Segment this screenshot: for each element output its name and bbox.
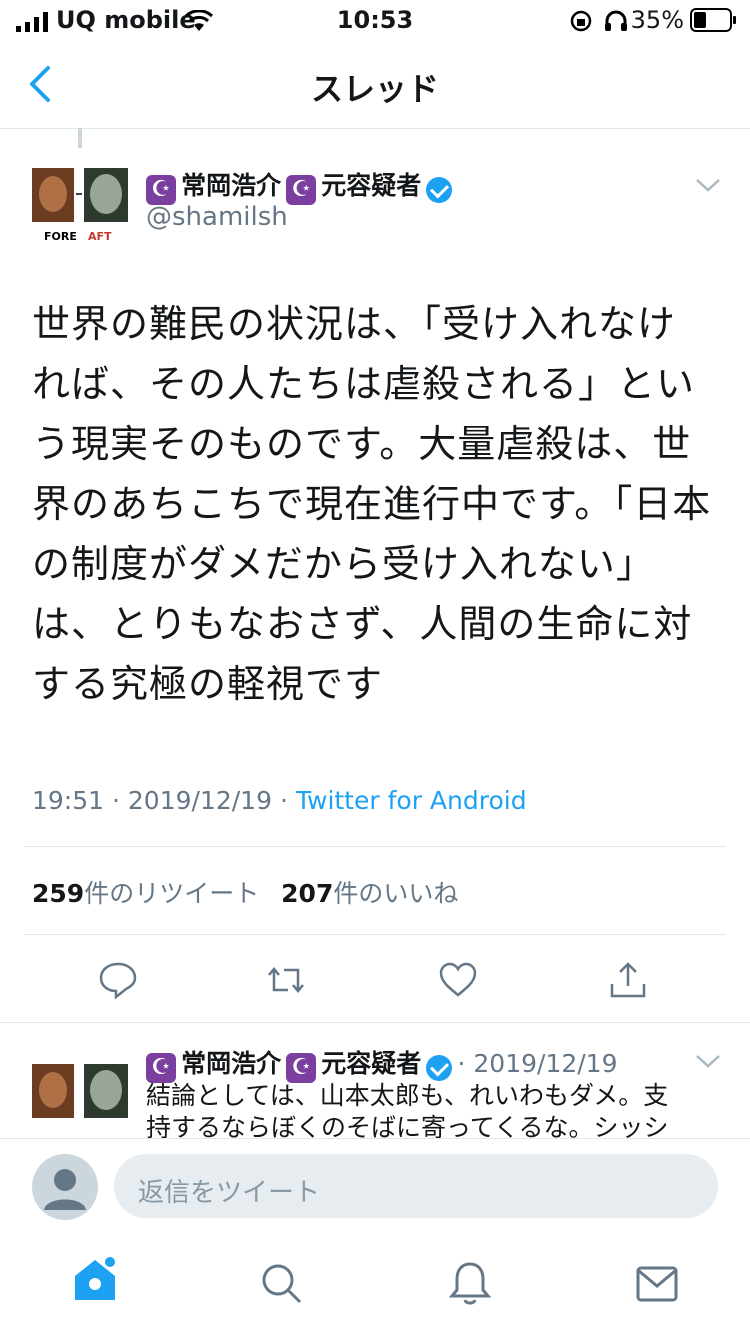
author-handle[interactable]: @shamilsh — [146, 202, 288, 232]
chevron-down-icon[interactable] — [694, 176, 722, 194]
share-icon[interactable] — [608, 960, 648, 1000]
divider — [24, 846, 726, 847]
tab-bar — [0, 1244, 750, 1334]
tweet-time: 19:51 — [32, 786, 105, 815]
divider — [24, 934, 726, 935]
star-crescent-icon: ☪ — [286, 1052, 317, 1083]
status-bar: UQ mobile 10:53 35% — [0, 0, 750, 40]
reply-icon[interactable] — [98, 960, 138, 1000]
verified-badge-icon — [426, 176, 453, 203]
author-name[interactable]: ☪ 常岡浩介 ☪ 元容疑者 — [146, 166, 453, 205]
like-stat[interactable]: 207件のいいね — [281, 879, 458, 908]
tweet-meta: 19:51 · 2019/12/19 · Twitter for Android — [32, 786, 527, 815]
tweet-date: 2019/12/19 — [127, 786, 272, 815]
star-crescent-icon: ☪ — [286, 174, 317, 205]
tweet-source-link[interactable]: Twitter for Android — [296, 786, 527, 815]
reply-author-name[interactable]: ☪ 常岡浩介 ☪ 元容疑者 · 2019/12/19 — [146, 1044, 618, 1083]
battery-percent: 35% — [630, 6, 684, 34]
page-title: スレッド — [310, 70, 439, 108]
retweet-icon[interactable] — [266, 960, 306, 1000]
avatar-image — [32, 1064, 128, 1118]
reply-placeholder: 返信をツイート — [138, 1178, 321, 1208]
nav-bar: スレッド — [0, 40, 750, 129]
heart-icon[interactable] — [438, 960, 478, 1000]
rotation-lock-icon — [570, 10, 592, 32]
reply-author-avatar[interactable] — [32, 1064, 128, 1144]
avatar-after-label: AFT — [88, 230, 112, 243]
avatar-before-label: FORE — [44, 230, 77, 243]
reply-text: 結論としては、山本太郎も、れいわもダメ。支 持するならぼくのそばに寄ってくるな。… — [146, 1081, 669, 1138]
home-icon[interactable] — [70, 1254, 120, 1304]
star-crescent-icon: ☪ — [146, 174, 176, 205]
star-crescent-icon: ☪ — [146, 1052, 176, 1083]
tweet-stats: 259件のリツイート 207件のいいね — [32, 874, 458, 910]
divider — [0, 1022, 750, 1023]
search-icon[interactable] — [260, 1262, 304, 1306]
messages-envelope-icon[interactable] — [636, 1266, 678, 1302]
chevron-down-icon[interactable] — [694, 1052, 722, 1070]
verified-badge-icon — [426, 1054, 453, 1081]
tweet-text: 世界の難民の状況は、「受け入れなければ、その人たちは虐殺される」という現実そのも… — [32, 302, 712, 706]
battery-icon — [690, 8, 736, 32]
author-avatar[interactable]: FORE AFT — [32, 168, 128, 248]
user-avatar-icon[interactable] — [32, 1154, 98, 1220]
reply-date: 2019/12/19 — [473, 1049, 618, 1078]
headphones-icon — [605, 10, 627, 31]
thread-line — [78, 128, 82, 148]
notifications-bell-icon[interactable] — [448, 1260, 492, 1306]
retweet-stat[interactable]: 259件のリツイート — [32, 879, 259, 908]
